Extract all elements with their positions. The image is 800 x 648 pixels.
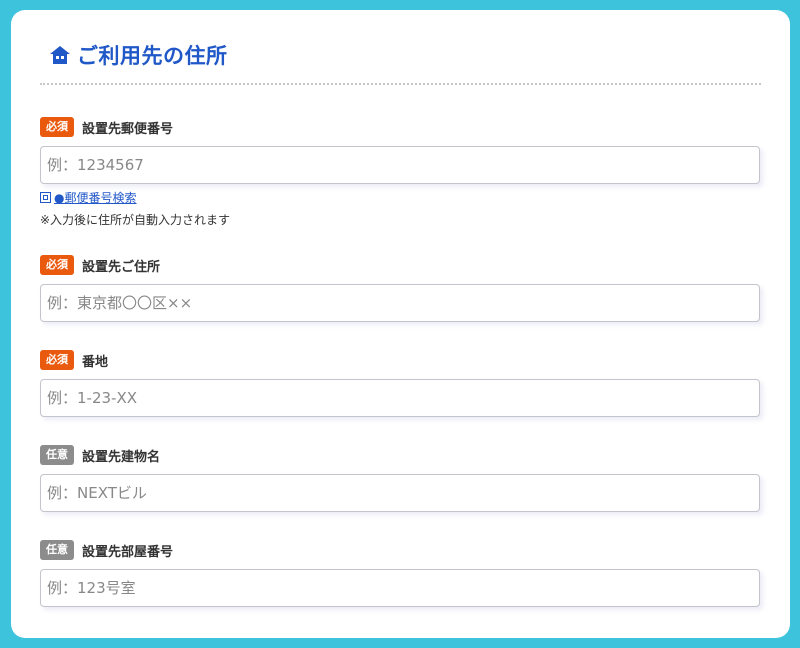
address-input[interactable] xyxy=(40,284,760,322)
required-badge: 必須 xyxy=(40,255,74,275)
postal-code-search-link-text: ●郵便番号検索 xyxy=(54,191,137,205)
street-number-label-row: 必須 番地 xyxy=(40,350,760,370)
postal-code-label-row: 必須 設置先郵便番号 xyxy=(40,117,760,137)
section-title: ご利用先の住所 xyxy=(77,44,228,68)
header-divider xyxy=(40,83,761,85)
street-number-input[interactable] xyxy=(40,379,760,417)
postal-code-autofill-note: ※入力後に住所が自動入力されます xyxy=(40,213,231,227)
required-badge: 必須 xyxy=(40,350,74,370)
building-name-label-row: 任意 設置先建物名 xyxy=(40,445,760,465)
house-icon xyxy=(49,45,71,65)
building-name-input[interactable] xyxy=(40,474,760,512)
building-name-label: 設置先建物名 xyxy=(82,449,161,465)
room-number-input[interactable] xyxy=(40,569,760,607)
room-number-label-row: 任意 設置先部屋番号 xyxy=(40,540,760,560)
address-form-card: ご利用先の住所 必須 設置先郵便番号 ●郵便番号検索 ※入力後に住所が自動入力さ… xyxy=(11,10,790,638)
room-number-field: 任意 設置先部屋番号 xyxy=(40,540,760,607)
postal-code-helper: ●郵便番号検索 ※入力後に住所が自動入力されます xyxy=(40,188,760,228)
postal-code-input[interactable] xyxy=(40,146,760,184)
building-name-field: 任意 設置先建物名 xyxy=(40,445,760,512)
address-field: 必須 設置先ご住所 xyxy=(40,255,760,322)
optional-badge: 任意 xyxy=(40,445,74,465)
section-header: ご利用先の住所 xyxy=(49,40,228,70)
address-label-row: 必須 設置先ご住所 xyxy=(40,255,760,275)
optional-badge: 任意 xyxy=(40,540,74,560)
postal-code-field: 必須 設置先郵便番号 ●郵便番号検索 ※入力後に住所が自動入力されます xyxy=(40,117,760,228)
room-number-label: 設置先部屋番号 xyxy=(82,544,174,560)
address-label: 設置先ご住所 xyxy=(82,259,161,275)
required-badge: 必須 xyxy=(40,117,74,137)
postal-code-label: 設置先郵便番号 xyxy=(82,121,174,137)
street-number-field: 必須 番地 xyxy=(40,350,760,417)
window-icon xyxy=(40,192,51,203)
postal-code-search-link[interactable]: ●郵便番号検索 xyxy=(40,189,136,206)
street-number-label: 番地 xyxy=(82,354,109,370)
